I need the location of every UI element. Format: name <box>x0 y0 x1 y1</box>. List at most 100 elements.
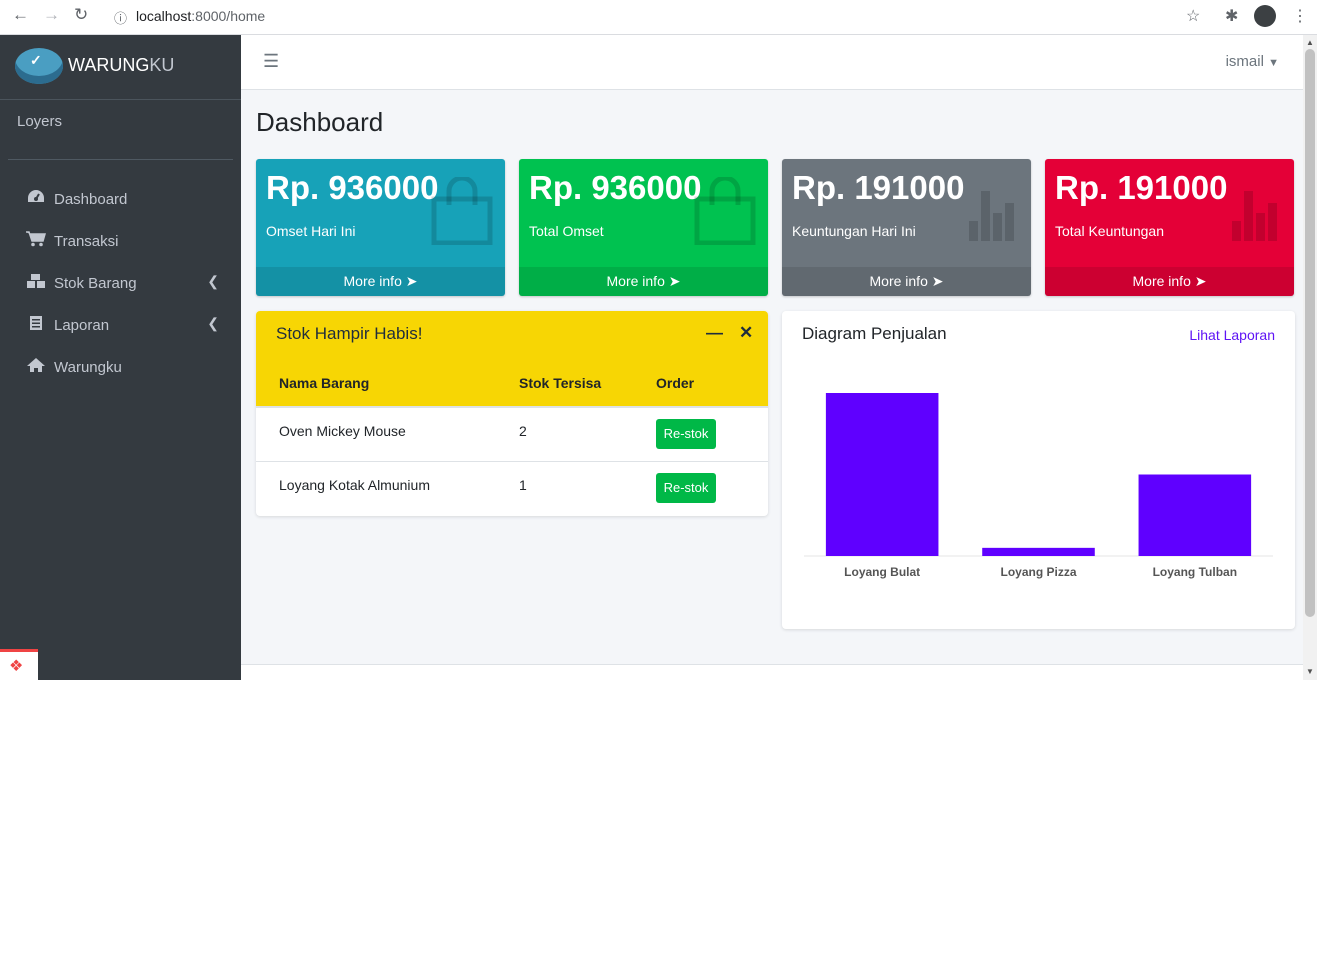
user-dropdown[interactable]: ismail ▼ <box>1226 53 1279 70</box>
scrollbar-thumb[interactable] <box>1305 49 1315 617</box>
check-icon: ✓ <box>30 52 42 68</box>
sidebar-user-name[interactable]: Loyers <box>17 113 62 130</box>
table-header-row: Nama Barang Stok Tersisa Order <box>256 359 768 408</box>
sales-bar-chart: Loyang Bulat Loyang Pizza Loyang Tulban <box>804 393 1273 579</box>
sidebar-item-laporan[interactable]: Laporan ❮ <box>0 305 241 347</box>
info-box-total-omset: Rp. 936000 Total Omset More info ➤ <box>519 159 768 296</box>
brand-link[interactable]: ✓ WARUNGKU <box>0 35 241 100</box>
more-info-link[interactable]: More info ➤ <box>519 267 768 296</box>
item-name: Oven Mickey Mouse <box>279 423 406 439</box>
url-path: :8000/home <box>191 8 266 24</box>
page-title: Dashboard <box>256 107 384 137</box>
more-info-link[interactable]: More info ➤ <box>782 267 1031 296</box>
chart-bar[interactable] <box>1138 474 1252 557</box>
star-icon[interactable]: ☆ <box>1186 6 1200 26</box>
restock-button[interactable]: Re-stok <box>656 473 716 503</box>
more-info-label: More info <box>343 273 402 289</box>
page-viewport: ✓ WARUNGKU Loyers Dashboard Transaksi St… <box>0 35 1317 680</box>
scroll-up-icon[interactable]: ▲ <box>1306 38 1314 47</box>
brand-text: WARUNGKU <box>68 55 174 76</box>
scroll-down-icon[interactable]: ▼ <box>1306 667 1314 676</box>
brand-text-bold: WARUNG <box>68 55 150 75</box>
column-header: Order <box>656 375 695 391</box>
cubes-icon <box>26 273 46 293</box>
more-info-label: More info <box>1132 273 1191 289</box>
x-tick-label: Loyang Tulban <box>1153 565 1237 579</box>
info-box-caption: Keuntungan Hari Ini <box>792 223 916 239</box>
low-stock-card: Stok Hampir Habis! — ✕ Nama Barang Stok … <box>256 311 768 516</box>
cart-icon <box>26 231 46 251</box>
laravel-icon: ❖ <box>9 658 24 675</box>
site-info-icon[interactable]: ⓘ <box>114 8 127 27</box>
kebab-menu-icon[interactable]: ⋮ <box>1292 6 1308 26</box>
top-navbar: ☰ ismail ▼ <box>241 35 1303 90</box>
reload-icon[interactable]: ↻ <box>74 5 88 25</box>
chevron-left-icon: ❮ <box>207 273 219 289</box>
bar-chart-icon <box>969 191 1014 241</box>
forward-icon[interactable]: → <box>43 5 60 25</box>
address-bar[interactable]: localhost:8000/home <box>136 4 265 28</box>
sidebar-item-warungku[interactable]: Warungku <box>0 347 241 389</box>
url-host: localhost <box>136 8 192 24</box>
restock-button[interactable]: Re-stok <box>656 419 716 449</box>
more-info-label: More info <box>869 273 928 289</box>
info-box-caption: Omset Hari Ini <box>266 223 356 239</box>
more-info-link[interactable]: More info ➤ <box>1045 267 1294 296</box>
user-dropdown-label: ismail <box>1225 53 1264 70</box>
card-title: Stok Hampir Habis! <box>276 324 423 343</box>
column-header: Nama Barang <box>279 375 370 391</box>
card-header: Stok Hampir Habis! — ✕ <box>256 311 768 359</box>
arrow-circle-right-icon: ➤ <box>405 273 418 289</box>
info-box-caption: Total Omset <box>529 223 604 239</box>
shopping-bag-icon <box>694 177 756 245</box>
brand-logo: ✓ <box>15 48 63 84</box>
brand-text-thin: KU <box>149 55 175 75</box>
browser-toolbar: ← → ↻ ⓘ localhost:8000/home ☆ ✱ ⋮ <box>0 0 1317 35</box>
caret-down-icon: ▼ <box>1268 57 1279 69</box>
close-icon[interactable]: ✕ <box>739 323 753 343</box>
item-stock: 2 <box>519 423 527 439</box>
item-name: Loyang Kotak Almunium <box>279 477 430 493</box>
sidebar-divider <box>8 159 233 160</box>
sidebar-item-label: Transaksi <box>54 233 119 250</box>
arrow-circle-right-icon: ➤ <box>931 273 944 289</box>
low-stock-table: Nama Barang Stok Tersisa Order Oven Mick… <box>256 359 768 515</box>
sidebar-item-label: Stok Barang <box>54 275 137 292</box>
tachometer-icon <box>26 189 46 209</box>
chart-bar[interactable] <box>825 393 939 556</box>
sidebar-item-dashboard[interactable]: Dashboard <box>0 179 241 221</box>
arrow-circle-right-icon: ➤ <box>1194 273 1207 289</box>
sidebar-item-stok-barang[interactable]: Stok Barang ❮ <box>0 263 241 305</box>
hamburger-menu-icon[interactable]: ☰ <box>263 51 279 72</box>
table-row: Oven Mickey Mouse 2 Re-stok <box>256 408 768 462</box>
info-box-omset-hari-ini: Rp. 936000 Omset Hari Ini More info ➤ <box>256 159 505 296</box>
item-stock: 1 <box>519 477 527 493</box>
info-box-amount: Rp. 936000 <box>529 169 702 206</box>
table-row: Loyang Kotak Almunium 1 Re-stok <box>256 462 768 515</box>
profile-avatar[interactable] <box>1254 5 1276 27</box>
collapse-icon[interactable]: — <box>706 323 723 343</box>
sidebar-item-label: Warungku <box>54 359 122 376</box>
home-icon <box>26 357 46 377</box>
page-scrollbar[interactable]: ▲ ▼ <box>1303 35 1317 680</box>
x-tick-label: Loyang Pizza <box>1000 565 1076 579</box>
more-info-link[interactable]: More info ➤ <box>256 267 505 296</box>
info-box-amount: Rp. 191000 <box>1055 169 1228 206</box>
info-box-amount: Rp. 936000 <box>266 169 439 206</box>
chart-bar[interactable] <box>982 547 1095 556</box>
sidebar-menu: Dashboard Transaksi Stok Barang ❮ Lapora… <box>0 179 241 389</box>
more-info-label: More info <box>606 273 665 289</box>
info-box-total-keuntungan: Rp. 191000 Total Keuntungan More info ➤ <box>1045 159 1294 296</box>
chevron-left-icon: ❮ <box>207 315 219 331</box>
back-icon[interactable]: ← <box>12 5 29 25</box>
main-footer <box>241 664 1303 680</box>
extensions-icon[interactable]: ✱ <box>1225 6 1238 26</box>
sidebar-item-label: Dashboard <box>54 191 128 208</box>
debugbar-badge[interactable]: ❖ <box>0 649 38 680</box>
sales-chart-card: Diagram Penjualan Lihat Laporan Loyang B… <box>782 311 1295 629</box>
info-box-caption: Total Keuntungan <box>1055 223 1164 239</box>
sidebar-item-transaksi[interactable]: Transaksi <box>0 221 241 263</box>
arrow-circle-right-icon: ➤ <box>668 273 681 289</box>
list-icon <box>26 315 46 335</box>
column-header: Stok Tersisa <box>519 375 602 391</box>
